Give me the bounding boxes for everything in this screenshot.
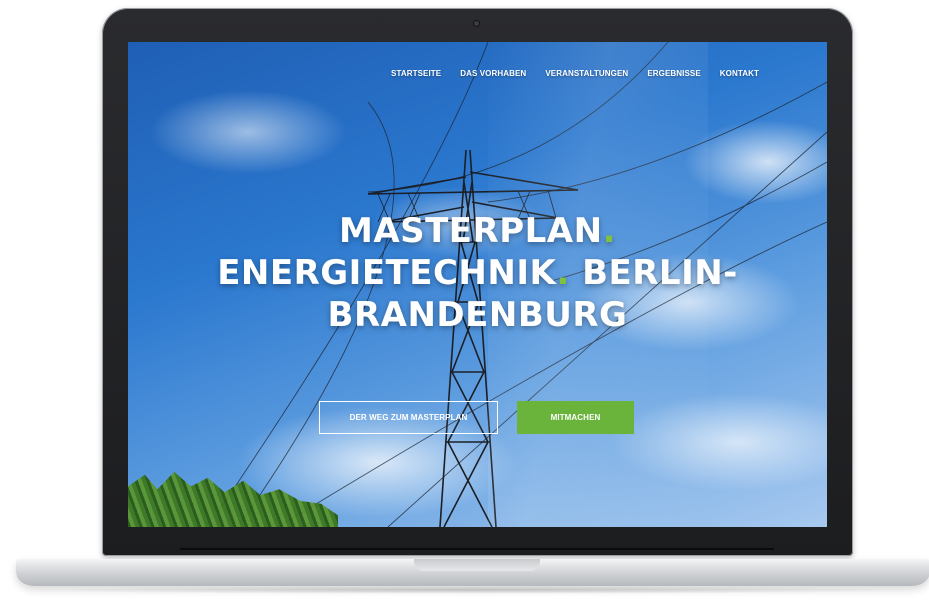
hero-headline: MASTERPLAN. ENERGIETECHNIK. BERLIN- BRAN… [128,210,827,336]
nav-item-startseite[interactable]: STARTSEITE [391,69,441,78]
laptop-shadow [28,586,918,594]
mitmachen-button[interactable]: MITMACHEN [517,401,634,434]
headline-berlin: BERLIN- [582,253,738,293]
headline-brandenburg: BRANDENBURG [327,295,628,335]
webcam-icon [473,20,480,27]
laptop-base-notch [414,559,540,571]
nav-item-veranstaltungen[interactable]: VERANSTALTUNGEN [545,69,628,78]
nav-item-kontakt[interactable]: KONTAKT [720,69,759,78]
bezel-strip [180,548,774,550]
website-screen: STARTSEITE DAS VORHABEN VERANSTALTUNGEN … [128,42,827,527]
headline-masterplan: MASTERPLAN [338,211,603,251]
main-navigation: STARTSEITE DAS VORHABEN VERANSTALTUNGEN … [391,69,759,78]
headline-dot: . [556,253,570,293]
nav-item-ergebnisse[interactable]: ERGEBNISSE [647,69,700,78]
der-weg-zum-masterplan-button[interactable]: DER WEG ZUM MASTERPLAN [319,401,498,434]
headline-dot: . [602,211,616,251]
nav-item-das-vorhaben[interactable]: DAS VORHABEN [460,69,526,78]
headline-energietechnik: ENERGIETECHNIK [217,253,557,293]
